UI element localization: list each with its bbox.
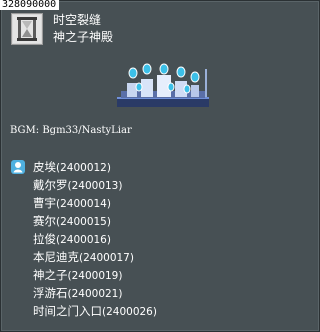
bgm-value: Bgm33/NastyLiar xyxy=(42,125,132,136)
npc-list-item: 神之子(2400019) xyxy=(11,266,157,284)
npc-id: (2400015) xyxy=(56,216,111,228)
npc-id: (2400014) xyxy=(56,198,111,210)
map-name: 神之子神殿 xyxy=(53,30,114,44)
npc-name: 本尼迪克 xyxy=(33,250,79,264)
npc-list-item: 赛尔(2400015) xyxy=(11,212,157,230)
npc-name: 时间之门入口 xyxy=(33,304,102,318)
npc-name: 浮游石 xyxy=(33,286,68,300)
npc-list-item: 拉俊(2400016) xyxy=(11,230,157,248)
map-preview-image xyxy=(117,63,209,107)
hourglass-icon xyxy=(11,13,43,45)
npc-list-item: 曹宇(2400014) xyxy=(11,194,157,212)
npc-id: (2400012) xyxy=(56,162,111,174)
npc-list-item: 时间之门入口(2400026) xyxy=(11,302,157,320)
npc-list-item: 戴尔罗(2400013) xyxy=(11,176,157,194)
npc-id: (2400013) xyxy=(67,180,123,192)
bgm-info: BGM: Bgm33/NastyLiar xyxy=(10,125,132,137)
map-id-label: 328090000 xyxy=(0,0,60,10)
npc-id: (2400019) xyxy=(67,270,123,282)
npc-list-item: 浮游石(2400021) xyxy=(11,284,157,302)
npc-name: 曹宇 xyxy=(33,196,56,210)
npc-list: 皮埃(2400012) 戴尔罗(2400013) 曹宇(2400014) 赛尔(… xyxy=(11,158,157,320)
bgm-label: BGM: xyxy=(10,125,40,136)
npc-name: 赛尔 xyxy=(33,214,56,228)
npc-id: (2400026) xyxy=(102,306,157,318)
npc-name: 皮埃 xyxy=(33,160,56,174)
npc-name: 戴尔罗 xyxy=(33,178,68,192)
npc-list-item: 皮埃(2400012) xyxy=(11,158,157,176)
map-tooltip: 时空裂缝 神之子神殿 BGM: Bgm33/NastyLiar 皮埃(24000… xyxy=(0,0,320,332)
npc-name: 神之子 xyxy=(33,268,68,282)
npc-name: 拉俊 xyxy=(33,232,56,246)
street-name: 时空裂缝 xyxy=(53,13,102,27)
npc-list-item: 本尼迪克(2400017) xyxy=(11,248,157,266)
npc-id: (2400021) xyxy=(67,288,123,300)
npc-id: (2400017) xyxy=(79,252,134,264)
npc-id: (2400016) xyxy=(56,234,111,246)
npc-marker-icon xyxy=(11,160,25,174)
